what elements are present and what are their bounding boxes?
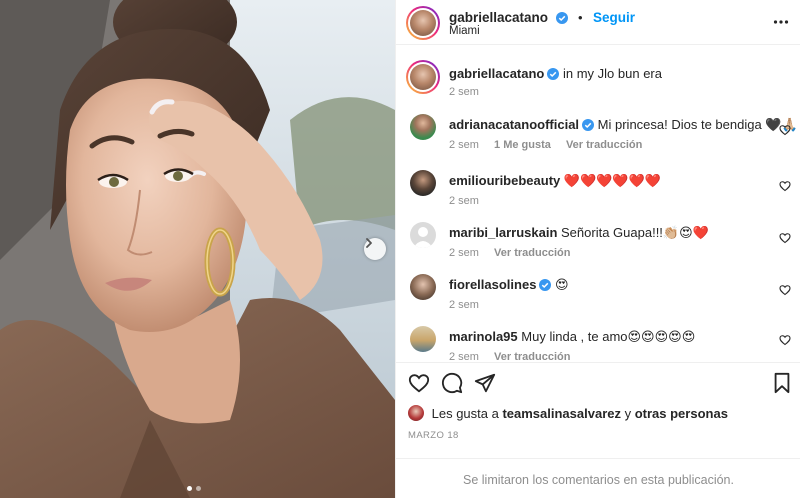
comment-time[interactable]: 2 sem <box>449 299 479 311</box>
like-comment-heart-icon[interactable] <box>779 284 791 296</box>
comment-text: marinola95 Muy linda , te amo😍😍😍😍😍 <box>449 329 695 345</box>
like-comment-heart-icon[interactable] <box>779 124 791 136</box>
liker-avatar[interactable] <box>408 405 424 421</box>
follow-button[interactable]: Seguir <box>593 10 635 25</box>
portrait-photo <box>0 0 395 498</box>
comment-time[interactable]: 2 sem <box>449 195 479 207</box>
more-options-icon[interactable] <box>773 14 789 30</box>
default-avatar-icon[interactable] <box>410 222 436 248</box>
author-username[interactable]: gabriellacatano <box>449 10 548 25</box>
comment-username[interactable]: adrianacatanoofficial <box>449 117 579 132</box>
carousel-dot-1 <box>187 486 192 491</box>
comment-meta: 2 sem Ver traducción <box>449 247 582 259</box>
comment-icon[interactable] <box>441 372 463 394</box>
commenter-avatar[interactable] <box>410 326 436 352</box>
caption-body: in my Jlo bun era <box>563 66 662 81</box>
post-actions-bar <box>396 362 800 402</box>
translate-link[interactable]: Ver traducción <box>494 351 570 360</box>
caption-meta: 2 sem <box>449 86 491 98</box>
post-header: gabriellacatano • Seguir Miami <box>396 0 800 45</box>
caption-text: gabriellacatano in my Jlo bun era <box>449 66 662 83</box>
carousel-next-button[interactable] <box>364 238 386 260</box>
post-location[interactable]: Miami <box>449 25 480 37</box>
comment-time[interactable]: 2 sem <box>449 247 479 259</box>
verified-badge-icon <box>555 11 568 29</box>
chevron-right-icon <box>366 238 372 248</box>
commenter-avatar[interactable] <box>410 274 436 300</box>
comment-body: ❤️❤️❤️❤️❤️❤️ <box>563 173 661 188</box>
comment-text: emiliouribebeauty ❤️❤️❤️❤️❤️❤️ <box>449 173 661 189</box>
share-icon[interactable] <box>474 372 496 394</box>
comment-text: fiorellasolines 😍 <box>449 277 569 294</box>
carousel-indicator <box>187 486 201 491</box>
caption-avatar[interactable] <box>406 60 440 94</box>
comment-time[interactable]: 2 sem <box>449 139 479 151</box>
likes-prefix: Les gusta a <box>431 406 503 421</box>
comment-text: adrianacatanoofficial Mi princesa! Dios … <box>449 117 798 134</box>
commenter-avatar[interactable] <box>410 114 436 140</box>
comment-body: 😍 <box>555 277 569 292</box>
separator-bullet: • <box>577 10 583 25</box>
comments-list[interactable]: gabriellacatano in my Jlo bun era 2 sem … <box>396 46 800 360</box>
comment-username[interactable]: emiliouribebeauty <box>449 173 560 188</box>
comment-body: Muy linda , te amo😍😍😍😍😍 <box>521 329 696 344</box>
comment-meta: 2 sem 1 Me gusta Ver traducción <box>449 139 654 151</box>
like-comment-heart-icon[interactable] <box>779 334 791 346</box>
like-comment-heart-icon[interactable] <box>779 232 791 244</box>
comment-meta: 2 sem <box>449 299 491 311</box>
comment-username[interactable]: marinola95 <box>449 329 518 344</box>
commenter-avatar[interactable] <box>410 170 436 196</box>
carousel-dot-2 <box>196 486 201 491</box>
comment-meta: 2 sem <box>449 195 491 207</box>
like-comment-heart-icon[interactable] <box>779 180 791 192</box>
comments-limited-notice: Se limitaron los comentarios en esta pub… <box>396 458 800 498</box>
post-details-panel: gabriellacatano • Seguir Miami gabriella… <box>395 0 800 498</box>
comment-body: Mi princesa! Dios te bendiga 🖤🙏🏼 <box>597 117 798 132</box>
author-avatar[interactable] <box>406 6 440 40</box>
translate-link[interactable]: Ver traducción <box>566 139 642 151</box>
comment-body: Señorita Guapa!!!👏🏼😍❤️ <box>561 225 709 240</box>
translate-link[interactable]: Ver traducción <box>494 247 570 259</box>
post-photo <box>0 0 395 498</box>
comment-time[interactable]: 2 sem <box>449 351 479 360</box>
verified-badge-icon <box>539 279 552 294</box>
comment-username[interactable]: fiorellasolines <box>449 277 536 292</box>
liker-username[interactable]: teamsalinasalvarez <box>502 406 621 421</box>
comment-text: maribi_larruskain Señorita Guapa!!!👏🏼😍❤️ <box>449 225 709 241</box>
post-date[interactable]: MARZO 18 <box>408 430 459 441</box>
heart-icon[interactable] <box>408 372 430 394</box>
comment-meta: 2 sem Ver traducción <box>449 351 582 360</box>
likes-summary: Les gusta a teamsalinasalvarez y otras p… <box>408 405 728 421</box>
bookmark-icon[interactable] <box>771 372 793 394</box>
likes-middle: y <box>620 406 635 421</box>
verified-badge-icon <box>582 119 595 134</box>
caption-time[interactable]: 2 sem <box>449 86 479 98</box>
comment-likes[interactable]: 1 Me gusta <box>494 139 551 151</box>
other-likers-link[interactable]: otras personas <box>635 406 728 421</box>
verified-badge-icon <box>547 68 560 83</box>
comment-username[interactable]: maribi_larruskain <box>449 225 557 240</box>
caption-username[interactable]: gabriellacatano <box>449 66 544 81</box>
